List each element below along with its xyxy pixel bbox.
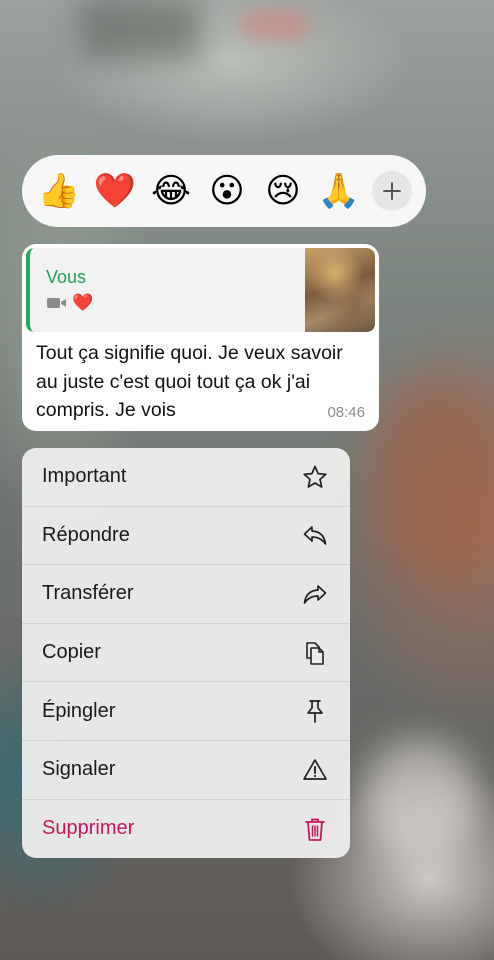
message-context-menu: Important Répondre Transférer Copier Épi…: [22, 448, 350, 858]
pin-icon: [302, 698, 328, 724]
message-bubble[interactable]: Vous ❤️ Tout ça signifie quoi. Je veux s…: [22, 244, 379, 431]
video-camera-icon: [47, 297, 66, 308]
menu-item-label: Épingler: [42, 699, 116, 722]
reaction-bar: 👍 ❤️ 😂 😮 😢 🙏: [22, 155, 426, 227]
menu-item-copy[interactable]: Copier: [22, 624, 350, 683]
menu-item-report[interactable]: Signaler: [22, 741, 350, 800]
menu-item-label: Transférer: [42, 582, 134, 605]
message-timestamp: 08:46: [327, 404, 365, 421]
menu-item-label: Répondre: [42, 523, 130, 546]
menu-item-label: Supprimer: [42, 817, 135, 840]
trash-icon: [302, 816, 328, 842]
menu-item-label: Signaler: [42, 758, 116, 781]
reaction-surprised[interactable]: 😮: [204, 168, 250, 214]
forward-icon: [302, 581, 328, 607]
reaction-thumbs-up[interactable]: 👍: [36, 168, 82, 214]
menu-item-forward[interactable]: Transférer: [22, 565, 350, 624]
quote-content: ❤️: [46, 294, 93, 311]
menu-item-reply[interactable]: Répondre: [22, 507, 350, 566]
warning-icon: [302, 757, 328, 783]
quote-author: Vous: [46, 267, 87, 287]
reaction-red-heart[interactable]: ❤️: [92, 168, 138, 214]
reply-icon: [302, 522, 328, 548]
menu-item-label: Copier: [42, 641, 101, 664]
video-thumbnail: [305, 248, 375, 332]
message-text: Tout ça signifie quoi. Je veux savoir au…: [36, 342, 343, 421]
reaction-crying[interactable]: 😢: [260, 168, 306, 214]
reaction-folded-hands[interactable]: 🙏: [316, 168, 362, 214]
star-icon: [302, 464, 328, 490]
menu-item-delete[interactable]: Supprimer: [22, 800, 350, 858]
reaction-tears-of-joy[interactable]: 😂: [148, 168, 194, 214]
quote-reaction-heart: ❤️: [72, 293, 94, 312]
more-reactions-button[interactable]: [372, 171, 412, 211]
copy-icon: [302, 640, 328, 666]
menu-item-important[interactable]: Important: [22, 448, 350, 507]
menu-item-pin[interactable]: Épingler: [22, 682, 350, 741]
plus-icon: [383, 182, 401, 200]
quoted-message[interactable]: Vous ❤️: [26, 248, 375, 332]
menu-item-label: Important: [42, 465, 127, 488]
